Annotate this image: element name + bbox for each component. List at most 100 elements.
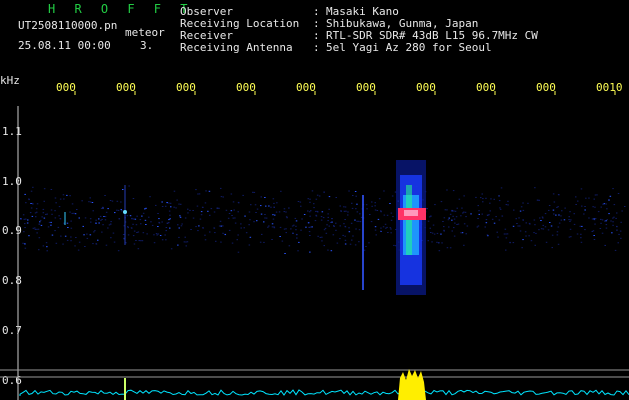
noise-pixel [585, 197, 587, 199]
noise-pixel [431, 232, 434, 234]
noise-pixel [101, 218, 103, 220]
noise-pixel [329, 221, 332, 223]
noise-pixel [89, 234, 92, 236]
noise-pixel [556, 231, 559, 233]
noise-pixel [45, 242, 48, 244]
noise-pixel [237, 251, 240, 253]
noise-pixel [43, 217, 46, 219]
noise-pixel [39, 219, 42, 221]
noise-pixel [222, 225, 224, 227]
noise-pixel [107, 208, 109, 210]
noise-pixel [380, 230, 382, 232]
noise-pixel [374, 229, 377, 231]
noise-pixel [101, 231, 103, 233]
noise-pixel [197, 230, 199, 232]
noise-pixel [505, 233, 507, 235]
noise-pixel [456, 224, 458, 225]
noise-pixel [156, 234, 158, 236]
noise-pixel [448, 226, 450, 228]
noise-pixel [66, 222, 69, 224]
noise-pixel [558, 222, 561, 224]
noise-pixel [446, 189, 448, 191]
noise-pixel [371, 201, 373, 203]
noise-pixel [601, 232, 604, 234]
noise-pixel [284, 253, 286, 254]
noise-pixel [321, 240, 323, 242]
noise-pixel [224, 233, 226, 235]
noise-pixel [254, 204, 257, 206]
noise-pixel [169, 202, 172, 204]
noise-pixel [555, 214, 557, 216]
noise-pixel [131, 217, 133, 219]
noise-pixel [390, 232, 392, 234]
noise-pixel [47, 226, 50, 228]
noise-pixel [335, 197, 337, 198]
noise-pixel [608, 199, 610, 201]
noise-pixel [264, 214, 266, 215]
noise-pixel [300, 205, 302, 207]
noise-pixel [520, 206, 523, 208]
noise-pixel [253, 191, 256, 193]
noise-pixel [584, 209, 586, 211]
noise-pixel [484, 226, 486, 228]
noise-pixel [593, 235, 595, 236]
noise-pixel [31, 215, 34, 217]
noise-pixel [596, 194, 598, 196]
noise-pixel [446, 247, 449, 249]
noise-pixel [344, 239, 347, 241]
noise-pixel [352, 235, 354, 237]
noise-pixel [569, 220, 571, 222]
noise-pixel [390, 212, 393, 214]
noise-pixel [149, 196, 151, 198]
noise-pixel [60, 235, 62, 237]
noise-pixel [569, 228, 572, 230]
noise-pixel [50, 209, 53, 211]
noise-pixel [214, 232, 216, 234]
noise-pixel [38, 249, 40, 251]
noise-pixel [569, 211, 571, 213]
noise-pixel [563, 219, 566, 221]
noise-pixel [271, 223, 274, 225]
noise-pixel [278, 211, 281, 213]
noise-pixel [228, 213, 231, 214]
noise-pixel [505, 249, 507, 251]
noise-pixel [613, 204, 616, 206]
noise-pixel [540, 220, 542, 221]
noise-pixel [580, 233, 582, 235]
level-trace-line [19, 389, 629, 396]
noise-pixel [333, 225, 335, 227]
noise-pixel [525, 235, 527, 237]
noise-pixel [112, 232, 115, 234]
noise-pixel [500, 187, 503, 189]
noise-pixel [230, 193, 233, 195]
noise-pixel [135, 240, 137, 241]
noise-pixel [297, 201, 300, 202]
noise-pixel [70, 220, 72, 222]
noise-pixel [557, 194, 560, 195]
noise-pixel [332, 234, 335, 236]
noise-pixel [43, 200, 45, 202]
noise-pixel [357, 220, 360, 222]
noise-pixel [220, 225, 222, 227]
signal-level-trace [19, 389, 629, 396]
noise-pixel [455, 216, 458, 218]
noise-pixel [233, 209, 235, 211]
noise-pixel [355, 228, 357, 230]
noise-pixel [268, 205, 270, 207]
noise-pixel [444, 209, 447, 211]
noise-pixel [528, 235, 530, 237]
noise-pixel [482, 198, 484, 200]
noise-pixel [495, 216, 497, 218]
noise-pixel [552, 209, 555, 211]
noise-pixel [169, 214, 171, 216]
noise-pixel [73, 212, 75, 214]
noise-pixel [380, 210, 382, 212]
noise-pixel [339, 225, 341, 227]
noise-pixel [140, 240, 142, 242]
noise-pixel [575, 204, 577, 205]
noise-pixel [178, 236, 180, 238]
noise-pixel [330, 250, 333, 252]
noise-pixel [74, 245, 76, 247]
noise-pixel [62, 194, 65, 196]
noise-pixel [323, 191, 325, 193]
